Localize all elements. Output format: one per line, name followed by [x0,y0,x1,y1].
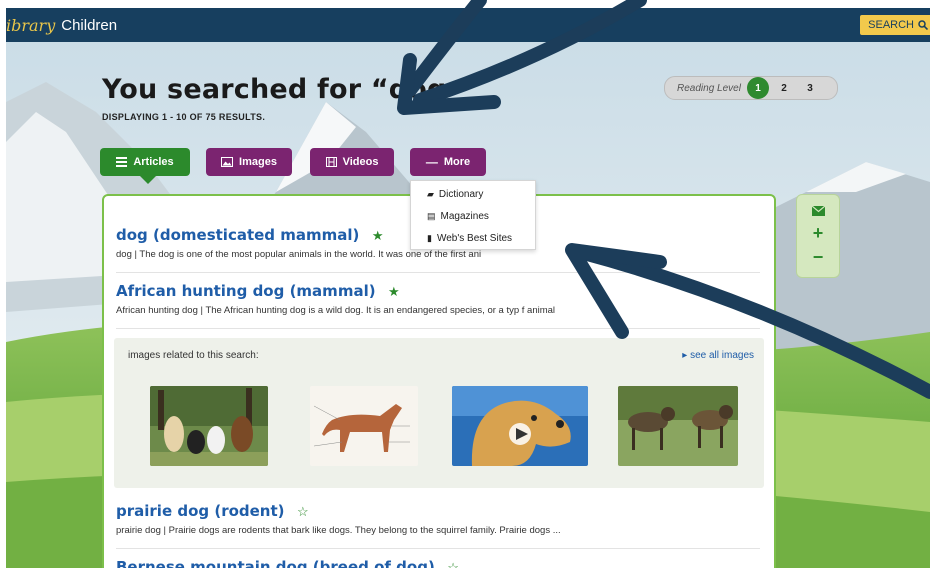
tab-more[interactable]: — More [410,148,486,176]
reading-level-2[interactable]: 2 [773,77,795,99]
more-dropdown-menu: ▰ Dictionary ▤ Magazines ▮ Web's Best Si… [410,180,536,250]
result-snippet: dog | The dog is one of the most popular… [116,249,482,260]
film-icon [325,157,337,167]
page-title: You searched for “dog [102,74,447,105]
side-toolbar: + − [796,194,840,278]
thumbnail-golden-retriever-video[interactable] [452,386,588,466]
divider [116,328,760,329]
results-panel: dog (domesticated mammal) ★ dog | The do… [102,194,776,568]
list-icon [116,157,128,167]
reading-level-1[interactable]: 1 [747,77,769,99]
tab-articles-label: Articles [133,156,174,168]
image-icon [221,157,234,167]
zoom-out-icon[interactable]: − [797,247,839,268]
result-title-link[interactable]: Bernese mountain dog (breed of dog) [116,558,435,568]
menu-item-label: Magazines [440,211,489,222]
tab-images[interactable]: Images [206,148,292,176]
menu-item-magazines[interactable]: ▤ Magazines [427,211,489,222]
tab-articles[interactable]: Articles [100,148,190,176]
result-count: DISPLAYING 1 - 10 OF 75 RESULTS. [102,112,266,122]
search-button[interactable]: SEARCH [860,15,930,35]
browser-frame: ibrary Children SEARCH You searched for … [6,8,930,568]
list-item: Bernese mountain dog (breed of dog) ☆ [116,558,459,568]
reading-level-selector: Reading Level 1 2 3 [664,76,838,100]
menu-item-label: Web's Best Sites [436,233,513,244]
divider [116,548,760,549]
star-filled-icon[interactable]: ★ [388,284,400,299]
thumbnail-dog-anatomy[interactable] [310,386,418,466]
menu-item-label: Dictionary [438,189,484,200]
bookmark-icon: ▮ [427,233,432,243]
site-logo[interactable]: ibrary [6,16,55,35]
related-images-label: images related to this search: [128,350,259,361]
minus-icon: — [425,155,438,169]
star-filled-icon[interactable]: ★ [372,228,384,243]
see-all-images-link[interactable]: ▸ see all images [682,350,754,361]
tab-images-label: Images [239,156,277,168]
search-label: SEARCH [868,19,914,31]
list-item: African hunting dog (mammal) ★ African h… [116,282,555,316]
top-navigation-bar: ibrary Children SEARCH [6,8,930,42]
result-title-link[interactable]: dog (domesticated mammal) [116,226,359,244]
result-title-link[interactable]: African hunting dog (mammal) [116,282,376,300]
reading-level-label: Reading Level [677,82,741,94]
mail-icon[interactable] [797,203,839,221]
star-outline-icon[interactable]: ☆ [297,504,309,519]
thumbnail-african-wild-dogs[interactable] [618,386,738,466]
document-icon: ▤ [427,211,436,221]
divider [116,272,760,273]
tab-videos-label: Videos [342,156,379,168]
list-item: prairie dog (rodent) ☆ prairie dog | Pra… [116,502,561,536]
book-icon: ▰ [427,189,434,199]
result-snippet: African hunting dog | The African huntin… [116,305,556,316]
result-snippet: prairie dog | Prairie dogs are rodents t… [116,525,561,536]
dog-anatomy-diagram [310,386,418,466]
reading-level-3[interactable]: 3 [799,77,821,99]
star-outline-icon[interactable]: ☆ [447,560,459,568]
tab-more-label: More [443,156,471,168]
section-name[interactable]: Children [61,17,117,34]
menu-item-webs-best-sites[interactable]: ▮ Web's Best Sites [427,233,512,244]
related-images-panel: images related to this search: ▸ see all… [114,338,764,488]
zoom-in-icon[interactable]: + [797,223,839,244]
search-icon [918,20,928,30]
african-wild-dogs-photo [618,386,738,466]
thumbnail-dogs-group[interactable] [150,386,268,466]
dogs-group-photo [150,386,268,466]
tab-videos[interactable]: Videos [310,148,394,176]
menu-item-dictionary[interactable]: ▰ Dictionary [427,189,483,200]
active-tab-indicator [140,176,156,184]
result-title-link[interactable]: prairie dog (rodent) [116,502,285,520]
golden-retriever-video [452,386,588,466]
